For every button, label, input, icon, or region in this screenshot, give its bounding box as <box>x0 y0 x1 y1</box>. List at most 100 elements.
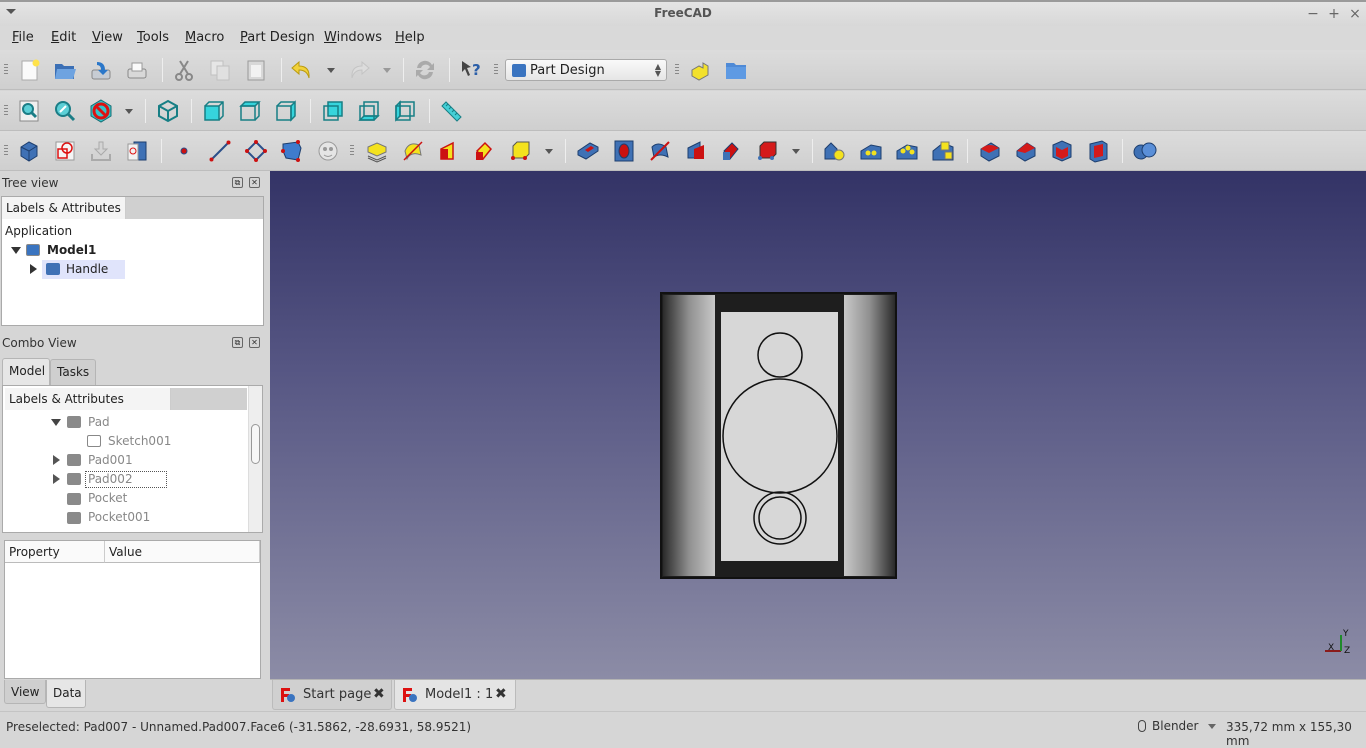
cut-icon[interactable] <box>172 58 196 82</box>
part-workbench-icon[interactable] <box>688 58 712 82</box>
measure-ruler-icon[interactable] <box>439 99 463 123</box>
toolbar-grip[interactable] <box>494 64 498 76</box>
new-document-icon[interactable] <box>18 58 42 82</box>
close-button[interactable]: × <box>1346 5 1364 23</box>
menu-windows[interactable]: Windows <box>324 30 382 45</box>
toolbar-grip[interactable] <box>350 145 354 157</box>
create-body-icon[interactable] <box>17 139 41 163</box>
pocket-icon[interactable] <box>576 139 600 163</box>
additive-primitive-dropdown-icon[interactable] <box>545 149 553 154</box>
expand-arrow-icon[interactable] <box>53 455 60 465</box>
tab-view[interactable]: View <box>4 680 46 704</box>
linear-pattern-icon[interactable] <box>859 139 883 163</box>
menu-edit[interactable]: Edit <box>51 30 76 45</box>
scrollbar-thumb[interactable] <box>251 424 260 464</box>
additive-primitive-icon[interactable] <box>509 139 533 163</box>
menu-help[interactable]: Help <box>395 30 425 45</box>
thickness-icon[interactable] <box>1086 139 1110 163</box>
draw-style-icon[interactable] <box>89 99 113 123</box>
menu-file[interactable]: File <box>12 30 34 45</box>
shape-binder-icon[interactable] <box>316 139 340 163</box>
workbench-selector[interactable]: Part Design ▲ ▼ <box>505 59 667 81</box>
close-panel-icon[interactable]: ✕ <box>249 177 260 188</box>
open-folder-icon[interactable] <box>53 58 77 82</box>
tab-tasks[interactable]: Tasks <box>50 359 96 385</box>
fit-all-icon[interactable] <box>17 99 41 123</box>
redo-icon[interactable] <box>347 58 371 82</box>
folder-icon[interactable] <box>724 58 748 82</box>
value-column-header[interactable]: Value <box>105 541 260 563</box>
pad-icon[interactable] <box>365 139 389 163</box>
draft-icon[interactable] <box>1050 139 1074 163</box>
property-column-header[interactable]: Property <box>5 541 105 563</box>
create-sketch-icon[interactable] <box>53 139 77 163</box>
refresh-icon[interactable] <box>413 58 437 82</box>
toolbar-grip[interactable] <box>675 64 679 76</box>
menu-view[interactable]: View <box>92 30 123 45</box>
subtractive-loft-icon[interactable] <box>684 139 708 163</box>
model-tree-scrollbar[interactable] <box>248 386 262 532</box>
mirrored-icon[interactable] <box>823 139 847 163</box>
copy-icon[interactable] <box>208 58 232 82</box>
chamfer-icon[interactable] <box>1014 139 1038 163</box>
subtractive-pipe-icon[interactable] <box>720 139 744 163</box>
map-sketch-icon[interactable] <box>125 139 149 163</box>
close-tab-icon[interactable]: ✖ <box>373 686 385 702</box>
tab-model[interactable]: Model <box>2 358 50 385</box>
toolbar-grip[interactable] <box>4 64 8 76</box>
model-column-header[interactable]: Labels & Attributes <box>5 388 171 410</box>
float-panel-icon[interactable]: ⧉ <box>232 177 243 188</box>
subtractive-primitive-dropdown-icon[interactable] <box>792 149 800 154</box>
local-coordinate-system-icon[interactable] <box>280 139 304 163</box>
menu-part-design[interactable]: Part Design <box>240 30 315 45</box>
expand-arrow-icon[interactable] <box>51 419 61 426</box>
hole-icon[interactable] <box>612 139 636 163</box>
expand-arrow-icon[interactable] <box>11 247 21 254</box>
additive-pipe-icon[interactable] <box>473 139 497 163</box>
close-panel-icon[interactable]: ✕ <box>249 337 260 348</box>
polar-pattern-icon[interactable] <box>895 139 919 163</box>
expand-arrow-icon[interactable] <box>53 474 60 484</box>
tab-model1[interactable]: Model1 : 1 ✖ <box>394 680 516 710</box>
paste-icon[interactable] <box>244 58 268 82</box>
tree-item-handle[interactable]: Handle <box>30 260 125 279</box>
datum-point-icon[interactable] <box>172 139 196 163</box>
top-view-icon[interactable] <box>238 99 262 123</box>
fit-selection-icon[interactable] <box>53 99 77 123</box>
navigation-style-selector[interactable]: Blender <box>1138 719 1217 733</box>
tree-column-header[interactable]: Labels & Attributes <box>2 197 126 219</box>
front-view-icon[interactable] <box>202 99 226 123</box>
save-icon[interactable] <box>89 58 113 82</box>
bottom-view-icon[interactable] <box>357 99 381 123</box>
undo-icon[interactable] <box>290 58 314 82</box>
rear-view-icon[interactable] <box>321 99 345 123</box>
3d-viewport[interactable]: X Y Z <box>270 171 1366 679</box>
handle-part[interactable] <box>660 292 897 579</box>
tab-start-page[interactable]: Start page ✖ <box>272 680 392 710</box>
menu-macro[interactable]: Macro <box>185 30 224 45</box>
minimize-button[interactable]: − <box>1304 5 1322 23</box>
revolution-icon[interactable] <box>401 139 425 163</box>
expand-arrow-icon[interactable] <box>30 264 37 274</box>
toolbar-grip[interactable] <box>4 145 8 157</box>
whats-this-icon[interactable]: ? <box>459 58 483 82</box>
groove-icon[interactable] <box>648 139 672 163</box>
close-tab-icon[interactable]: ✖ <box>495 686 507 702</box>
tree-item-model1[interactable]: Model1 <box>2 241 262 260</box>
undo-dropdown-icon[interactable] <box>327 68 335 73</box>
menu-tools[interactable]: Tools <box>137 30 169 45</box>
validate-sketch-icon[interactable] <box>89 139 113 163</box>
left-view-icon[interactable] <box>393 99 417 123</box>
tab-data[interactable]: Data <box>46 680 86 708</box>
multi-transform-icon[interactable] <box>931 139 955 163</box>
datum-plane-icon[interactable] <box>244 139 268 163</box>
print-icon[interactable] <box>125 58 149 82</box>
isometric-view-icon[interactable] <box>156 99 180 123</box>
toolbar-grip[interactable] <box>4 105 8 117</box>
maximize-button[interactable]: + <box>1325 5 1343 23</box>
right-view-icon[interactable] <box>274 99 298 123</box>
fillet-icon[interactable] <box>978 139 1002 163</box>
redo-dropdown-icon[interactable] <box>383 68 391 73</box>
model-render[interactable]: X Y Z <box>270 171 1366 679</box>
float-panel-icon[interactable]: ⧉ <box>232 337 243 348</box>
